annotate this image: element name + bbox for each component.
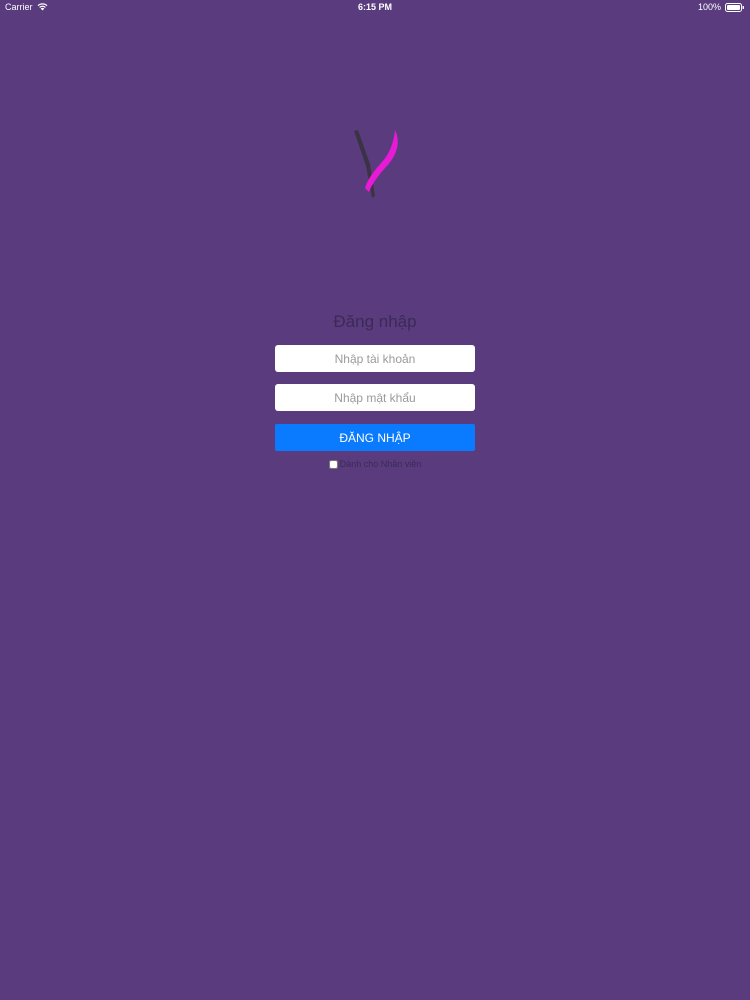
staff-option: Dành cho Nhân viên [0, 459, 750, 469]
battery-icon [725, 2, 745, 12]
brand-logo-icon [345, 126, 407, 202]
login-button[interactable]: ĐĂNG NHẬP [275, 424, 475, 451]
login-screen: Carrier 6:15 PM 100% Đăng nhập Nhập tài … [0, 0, 750, 1000]
password-input[interactable] [275, 384, 475, 411]
username-input[interactable] [275, 345, 475, 372]
status-time: 6:15 PM [357, 2, 392, 12]
login-title: Đăng nhập [333, 312, 417, 331]
battery-percent: 100% [697, 2, 721, 12]
status-right: 100% [698, 2, 745, 12]
status-bar: Carrier 6:15 PM 100% [0, 0, 750, 16]
staff-checkbox-label[interactable]: Dành cho Nhân viên [340, 459, 422, 469]
staff-checkbox[interactable] [328, 459, 338, 469]
